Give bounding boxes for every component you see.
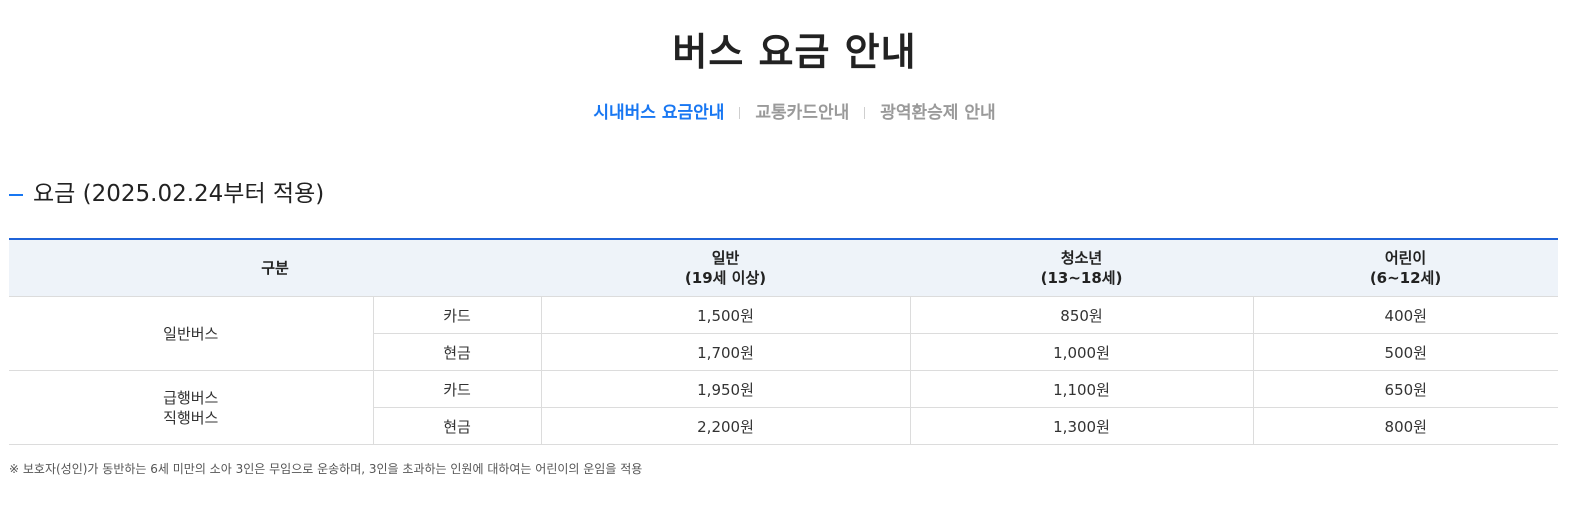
group-label: 급행버스 직행버스 [9, 370, 373, 445]
page-title: 버스 요금 안내 [672, 30, 917, 75]
youth-fare-cell: 1,100원 [909, 370, 1254, 408]
child-fare-cell: 650원 [1252, 370, 1559, 408]
section-dash-icon [9, 194, 23, 196]
header-child: 어린이 (6~12세) [1253, 239, 1559, 297]
header-child-label: 어린이 [1384, 249, 1427, 267]
group-label-text: 급행버스 [163, 388, 219, 407]
header-youth-label: 청소년 [1060, 249, 1103, 267]
header-general-label: 일반 [711, 249, 740, 267]
header-category: 구분 [9, 239, 542, 297]
section-heading: 요금 (2025.02.24부터 적용) [9, 178, 324, 210]
tab-metro-transfer[interactable]: 광역환승제 안내 [880, 100, 995, 126]
tab-transit-card[interactable]: 교통카드안내 [755, 100, 849, 126]
general-fare-cell: 1,950원 [540, 370, 911, 408]
header-youth: 청소년 (13~18세) [910, 239, 1254, 297]
youth-fare-cell: 850원 [909, 296, 1254, 334]
section-title: 요금 (2025.02.24부터 적용) [33, 181, 325, 207]
group-label-text: 직행버스 [163, 408, 219, 427]
group-label-text: 일반버스 [163, 324, 219, 343]
fare-note: ※ 보호자(성인)가 동반하는 6세 미만의 소아 3인은 무임으로 운송하며,… [9, 462, 643, 476]
child-fare-cell: 500원 [1252, 333, 1559, 371]
tab-city-bus-fare[interactable]: 시내버스 요금안내 [593, 100, 724, 126]
group-label: 일반버스 [9, 296, 373, 371]
header-general: 일반 (19세 이상) [541, 239, 911, 297]
general-fare-cell: 1,700원 [540, 333, 911, 371]
payment-method-cell: 카드 [372, 296, 542, 334]
header-child-age: (6~12세) [1369, 269, 1442, 287]
payment-method-cell: 현금 [372, 407, 542, 445]
table-row: 급행버스 직행버스 카드 1,950원 1,100원 650원 [9, 370, 1559, 445]
table-header-row: 구분 일반 (19세 이상) 청소년 (13~18세) 어린이 (6~12세) [9, 239, 1559, 297]
header-general-age: (19세 이상) [684, 269, 767, 287]
header-youth-age: (13~18세) [1040, 269, 1123, 287]
child-fare-cell: 400원 [1252, 296, 1559, 334]
fare-tabs: 시내버스 요금안내 교통카드안내 광역환승제 안내 [0, 100, 1589, 126]
general-fare-cell: 2,200원 [540, 407, 911, 445]
general-fare-cell: 1,500원 [540, 296, 911, 334]
youth-fare-cell: 1,300원 [909, 407, 1254, 445]
tab-divider [864, 107, 866, 119]
payment-method-cell: 카드 [372, 370, 542, 408]
tab-divider [739, 107, 741, 119]
payment-method-cell: 현금 [372, 333, 542, 371]
child-fare-cell: 800원 [1252, 407, 1559, 445]
youth-fare-cell: 1,000원 [909, 333, 1254, 371]
fare-table: 구분 일반 (19세 이상) 청소년 (13~18세) 어린이 (6~12세) … [9, 238, 1559, 445]
table-row: 일반버스 카드 1,500원 850원 400원 [9, 296, 1559, 371]
